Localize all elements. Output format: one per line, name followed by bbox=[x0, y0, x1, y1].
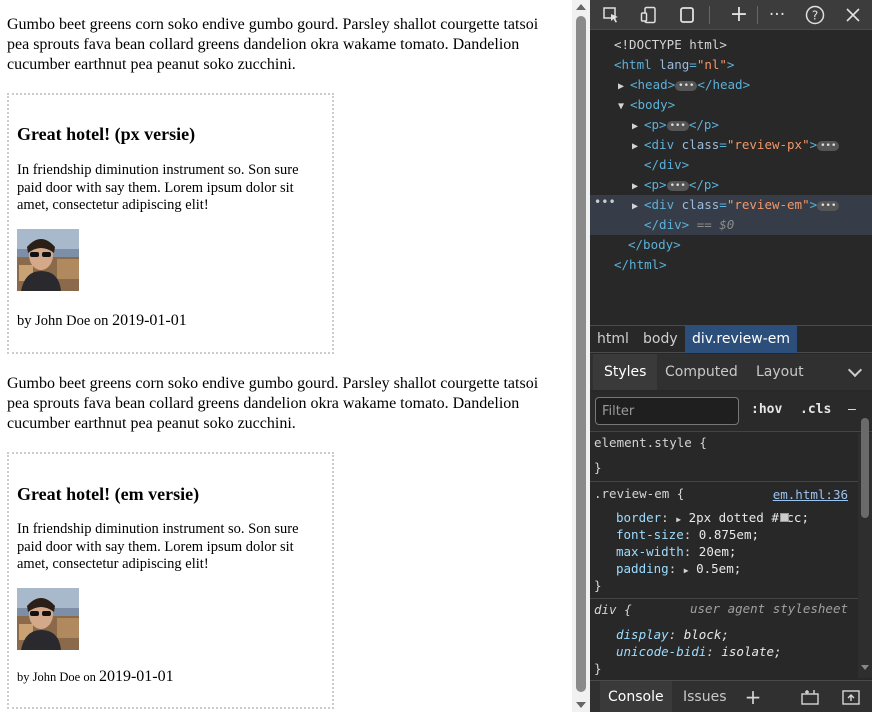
class-toggle[interactable]: .cls bbox=[800, 402, 831, 417]
review-date: 2019-01-01 bbox=[98, 668, 174, 685]
dock-panel-icon[interactable] bbox=[674, 3, 700, 27]
review-byline: by John Doe on 2019-01-01 bbox=[17, 668, 174, 686]
scroll-up-arrow-icon[interactable] bbox=[576, 4, 586, 10]
review-text: In friendship diminution instrument so. … bbox=[17, 162, 299, 213]
rule-close-brace: } bbox=[594, 661, 602, 676]
tab-console[interactable]: Console bbox=[600, 681, 672, 712]
review-title: Great hotel! (em versie) bbox=[17, 484, 200, 504]
element-style-selector[interactable]: element.style { bbox=[594, 434, 707, 451]
collapsed-ellipsis-icon[interactable]: ••• bbox=[666, 120, 689, 131]
color-swatch-icon[interactable] bbox=[780, 513, 789, 522]
review-card-em: Great hotel! (em versie) In friendship d… bbox=[7, 452, 334, 709]
dom-div-close-selected[interactable]: </div> == $0 bbox=[590, 215, 872, 235]
expand-triangle-icon[interactable]: ▶ bbox=[632, 137, 644, 157]
styles-filter-bar: :hov .cls – bbox=[590, 392, 872, 432]
review-byline: by John Doe on 2019-01-01 bbox=[17, 312, 187, 330]
review-card-px: Great hotel! (px versie) In friendship d… bbox=[7, 93, 334, 354]
devtools-panel: + ··· ? <!DOCTYPE html> <html lang="nl">… bbox=[590, 0, 872, 712]
add-tool-icon[interactable]: + bbox=[742, 686, 764, 708]
new-rule-icon[interactable]: – bbox=[848, 402, 856, 417]
style-prop-max-width[interactable]: max-width: 20em; bbox=[616, 543, 736, 560]
reviewer-photo bbox=[17, 588, 79, 650]
page-scrollbar[interactable] bbox=[572, 0, 590, 712]
expand-triangle-icon[interactable]: ▶ bbox=[632, 117, 644, 137]
middle-paragraph: Gumbo beet greens corn soko endive gumbo… bbox=[7, 375, 539, 432]
byline-author: by John Doe on bbox=[17, 313, 113, 329]
collapsed-ellipsis-icon[interactable]: ••• bbox=[817, 200, 840, 211]
byline-author: by John Doe on bbox=[17, 670, 99, 684]
hover-state-toggle[interactable]: :hov bbox=[751, 402, 782, 417]
svg-text:?: ? bbox=[812, 9, 818, 23]
dom-div-review-px[interactable]: ▶ <div class="review-px"> ••• bbox=[590, 135, 872, 155]
dom-html-open[interactable]: <html lang="nl"> bbox=[590, 55, 872, 75]
dom-head[interactable]: ▶ <head> ••• </head> bbox=[590, 75, 872, 95]
expand-triangle-icon[interactable]: ▶ bbox=[618, 77, 630, 97]
tab-computed[interactable]: Computed bbox=[654, 354, 749, 390]
review-em-selector[interactable]: .review-em { bbox=[594, 485, 684, 502]
collapsed-ellipsis-icon[interactable]: ••• bbox=[675, 80, 698, 91]
scroll-down-arrow-icon[interactable] bbox=[576, 702, 586, 708]
ua-div-selector[interactable]: div { bbox=[594, 601, 632, 618]
ua-prop-display[interactable]: display: block; bbox=[616, 626, 729, 643]
styles-filter-input[interactable] bbox=[595, 397, 739, 425]
review-text: In friendship diminution instrument so. … bbox=[17, 521, 299, 572]
expand-triangle-icon[interactable]: ▶ bbox=[676, 515, 681, 524]
devtools-toolbar: + ··· ? bbox=[590, 0, 872, 30]
quick-view-icon[interactable] bbox=[799, 686, 821, 708]
tab-issues[interactable]: Issues bbox=[675, 681, 735, 712]
styles-pane: element.style { } .review-em { em.html:3… bbox=[590, 433, 858, 678]
dom-body[interactable]: ▼ <body> bbox=[590, 95, 872, 115]
new-tab-icon[interactable]: + bbox=[726, 3, 752, 27]
style-prop-padding[interactable]: padding: ▶ 0.5em; bbox=[616, 560, 741, 577]
review-date: 2019-01-01 bbox=[112, 312, 187, 329]
reviewer-photo bbox=[17, 229, 79, 291]
styles-scrollbar[interactable] bbox=[858, 418, 872, 678]
dom-doctype[interactable]: <!DOCTYPE html> bbox=[590, 35, 872, 55]
gutter-more-icon[interactable]: ••• bbox=[594, 195, 616, 209]
tab-layout[interactable]: Layout bbox=[745, 354, 815, 390]
scroll-down-arrow-icon[interactable] bbox=[861, 665, 869, 670]
rule-close-brace: } bbox=[594, 578, 602, 593]
breadcrumb: html body div.review-em bbox=[590, 325, 872, 353]
collapsed-ellipsis-icon[interactable]: ••• bbox=[817, 140, 840, 151]
chevron-down-icon[interactable] bbox=[847, 362, 863, 378]
dom-body-close[interactable]: </body> bbox=[590, 235, 872, 255]
dock-drawer-icon[interactable] bbox=[840, 686, 862, 708]
expand-triangle-icon[interactable]: ▶ bbox=[684, 566, 689, 575]
intro-paragraph: Gumbo beet greens corn soko endive gumbo… bbox=[7, 16, 539, 73]
dollar-zero-label: == $0 bbox=[696, 217, 735, 232]
dom-div-review-em-selected[interactable]: ▶ <div class="review-em"> ••• bbox=[590, 195, 872, 215]
help-icon[interactable]: ? bbox=[802, 3, 828, 27]
expand-triangle-icon[interactable]: ▶ bbox=[632, 197, 644, 217]
scrollbar-thumb[interactable] bbox=[576, 16, 586, 692]
more-options-icon[interactable]: ··· bbox=[764, 3, 790, 27]
dom-p-1[interactable]: ▶ <p> ••• </p> bbox=[590, 115, 872, 135]
rule-source-link[interactable]: em.html:36 bbox=[773, 487, 848, 502]
devtools-drawer: Console Issues + bbox=[590, 680, 872, 712]
styles-scrollbar-thumb[interactable] bbox=[861, 418, 869, 518]
expand-triangle-icon[interactable]: ▶ bbox=[632, 177, 644, 197]
review-title: Great hotel! (px versie) bbox=[17, 124, 196, 144]
dom-p-2[interactable]: ▶ <p> ••• </p> bbox=[590, 175, 872, 195]
ua-prop-unicode-bidi[interactable]: unicode-bidi: isolate; bbox=[616, 643, 782, 660]
breadcrumb-html[interactable]: html bbox=[590, 326, 636, 353]
rule-close-brace: } bbox=[594, 460, 602, 475]
tab-styles[interactable]: Styles bbox=[593, 354, 658, 390]
collapsed-ellipsis-icon[interactable]: ••• bbox=[666, 180, 689, 191]
inspect-icon[interactable] bbox=[598, 3, 624, 27]
dom-html-close[interactable]: </html> bbox=[590, 255, 872, 275]
styles-panel-tabs: Styles Computed Layout bbox=[590, 354, 872, 390]
style-prop-font-size[interactable]: font-size: 0.875em; bbox=[616, 526, 759, 543]
breadcrumb-div-review-em[interactable]: div.review-em bbox=[685, 326, 798, 353]
breadcrumb-body[interactable]: body bbox=[636, 326, 685, 353]
close-devtools-icon[interactable] bbox=[840, 3, 866, 27]
device-toggle-icon[interactable] bbox=[636, 3, 662, 27]
web-page-viewport: Gumbo beet greens corn soko endive gumbo… bbox=[0, 0, 572, 712]
ua-stylesheet-label: user agent stylesheet bbox=[689, 601, 848, 616]
dom-div-close[interactable]: </div> bbox=[590, 155, 872, 175]
elements-dom-tree: <!DOCTYPE html> <html lang="nl"> ▶ <head>… bbox=[590, 32, 872, 322]
collapse-triangle-icon[interactable]: ▼ bbox=[618, 97, 630, 117]
